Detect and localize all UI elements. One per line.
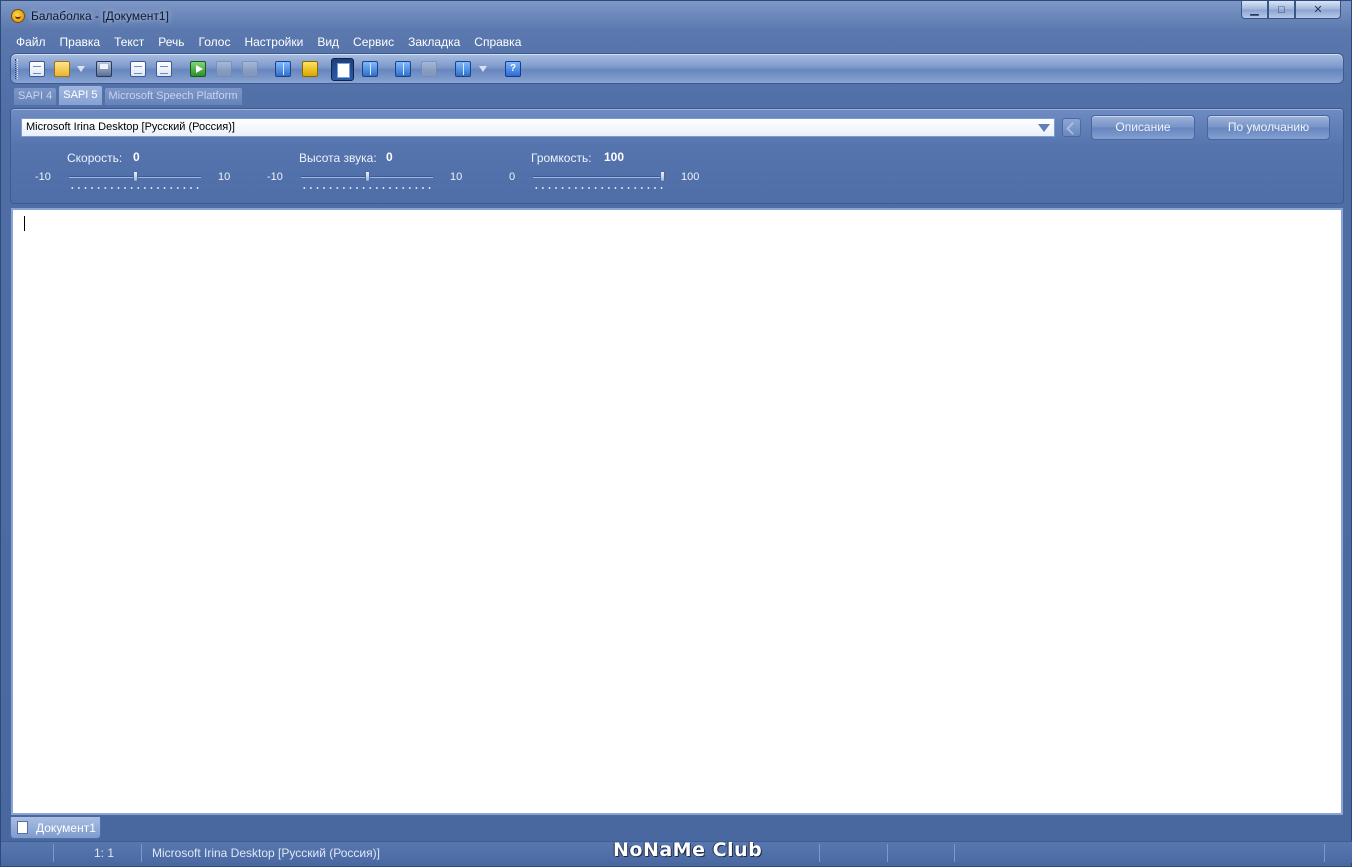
voice-options-button[interactable]	[1062, 118, 1081, 137]
status-divider	[887, 844, 888, 862]
pitch-min: -10	[267, 171, 283, 183]
pitch-slider[interactable]	[301, 171, 433, 182]
app-window: Балаболка - [Документ1] ▁ □ ✕ Файл Правк…	[0, 0, 1352, 867]
tab-sapi5[interactable]: SAPI 5	[58, 85, 103, 105]
volume-value: 100	[604, 150, 625, 164]
text-caret	[24, 216, 25, 231]
voice-select-value: Microsoft Irina Desktop [Русский (Россия…	[26, 121, 235, 133]
merge-icon[interactable]	[421, 61, 437, 77]
help-icon[interactable]: ?	[505, 61, 521, 77]
rate-ticks	[69, 187, 201, 189]
pitch-ticks	[301, 187, 433, 189]
menu-settings[interactable]: Настройки	[237, 33, 310, 51]
stop-icon[interactable]	[242, 61, 258, 77]
volume-min: 0	[509, 171, 516, 183]
volume-ticks	[533, 187, 665, 189]
status-divider	[954, 844, 955, 862]
status-divider	[141, 844, 142, 862]
open-dropdown-icon[interactable]	[77, 66, 85, 72]
voice-select[interactable]: Microsoft Irina Desktop [Русский (Россия…	[21, 118, 1055, 137]
menu-voice[interactable]: Голос	[192, 33, 238, 51]
rate-slider[interactable]	[69, 171, 201, 182]
document-tab-label: Документ1	[36, 821, 96, 835]
rate-min: -10	[35, 171, 51, 183]
menu-file[interactable]: Файл	[9, 33, 53, 51]
open-folder-icon[interactable]	[54, 61, 70, 77]
status-divider	[819, 844, 820, 862]
close-button[interactable]: ✕	[1295, 1, 1341, 19]
status-divider	[1324, 844, 1325, 862]
dictionary-icon[interactable]	[362, 61, 378, 77]
about-voice-button[interactable]: Описание	[1091, 115, 1195, 140]
menu-bookmark[interactable]: Закладка	[401, 33, 467, 51]
volume-max: 100	[681, 171, 700, 183]
new-document-icon[interactable]	[29, 61, 45, 77]
rate-value: 0	[133, 150, 140, 164]
text-editor[interactable]	[11, 208, 1343, 815]
pitch-slider-thumb[interactable]	[365, 171, 370, 182]
minimize-button[interactable]: ▁	[1241, 1, 1268, 19]
app-logo-icon	[11, 9, 25, 23]
title-bar[interactable]: Балаболка - [Документ1] ▁ □ ✕	[1, 1, 1351, 31]
rate-label: Скорость:	[67, 151, 123, 165]
cursor-position: 1: 1	[94, 846, 115, 860]
read-clipboard-icon[interactable]	[275, 61, 291, 77]
tab-document1[interactable]: Документ1	[10, 817, 101, 839]
status-divider	[53, 844, 54, 862]
volume-label: Громкость:	[531, 151, 592, 165]
convert-clipboard-icon[interactable]	[156, 61, 172, 77]
menu-text[interactable]: Текст	[107, 33, 151, 51]
compare-dropdown-icon[interactable]	[479, 66, 487, 72]
pitch-value: 0	[386, 150, 393, 164]
watermark: NoNaMe Club	[613, 839, 763, 861]
compare-icon[interactable]	[455, 61, 471, 77]
menu-edit[interactable]: Правка	[53, 33, 108, 51]
default-voice-button[interactable]: По умолчанию	[1207, 115, 1330, 140]
rate-max: 10	[218, 171, 231, 183]
menu-speech[interactable]: Речь	[151, 33, 191, 51]
main-toolbar: ?	[10, 53, 1344, 84]
volume-slider[interactable]	[533, 171, 665, 182]
document-icon	[17, 821, 28, 834]
play-icon[interactable]	[190, 61, 206, 77]
status-voice: Microsoft Irina Desktop [Русский (Россия…	[152, 846, 380, 860]
voice-panel: Microsoft Irina Desktop [Русский (Россия…	[10, 108, 1344, 204]
engine-tabs: SAPI 4 SAPI 5 Microsoft Speech Platform	[13, 85, 244, 105]
menu-bar: Файл Правка Текст Речь Голос Настройки В…	[9, 33, 528, 51]
maximize-button[interactable]: □	[1268, 1, 1295, 19]
chevron-down-icon[interactable]	[1038, 124, 1050, 132]
window-controls: ▁ □ ✕	[1241, 1, 1341, 19]
split-icon[interactable]	[395, 61, 411, 77]
pitch-max: 10	[450, 171, 463, 183]
pause-icon[interactable]	[216, 61, 232, 77]
menu-view[interactable]: Вид	[310, 33, 346, 51]
rate-slider-thumb[interactable]	[133, 171, 138, 182]
toolbar-grip[interactable]	[15, 59, 18, 79]
menu-help[interactable]: Справка	[467, 33, 528, 51]
text-editor-icon[interactable]	[331, 58, 354, 81]
save-icon[interactable]	[96, 61, 112, 77]
window-title: Балаболка - [Документ1]	[31, 9, 169, 23]
tab-speech-platform[interactable]: Microsoft Speech Platform	[103, 87, 243, 105]
pitch-label: Высота звука:	[299, 151, 377, 165]
convert-icon[interactable]	[130, 61, 146, 77]
menu-tools[interactable]: Сервис	[346, 33, 401, 51]
bookmark-icon[interactable]	[302, 61, 318, 77]
tab-sapi4[interactable]: SAPI 4	[13, 87, 58, 105]
volume-slider-thumb[interactable]	[660, 171, 665, 182]
